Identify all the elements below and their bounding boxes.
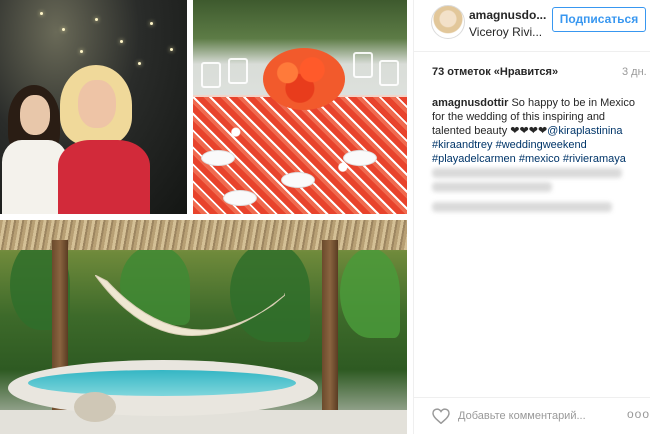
blurred-comment: [432, 202, 612, 212]
post-header: amagnusdo... Viceroy Rivi... Подписаться: [414, 0, 650, 52]
caption-author[interactable]: amagnusdottir: [432, 97, 508, 109]
hashtag-link[interactable]: #rivieramaya: [563, 153, 626, 165]
hashtag-link[interactable]: #weddingweekend: [496, 139, 587, 151]
follow-button[interactable]: Подписаться: [552, 7, 646, 32]
party-photo: [0, 0, 187, 214]
hashtag-link[interactable]: #playadelcarmen: [432, 153, 516, 165]
likes-count[interactable]: 73 отметок «Нравится»: [432, 66, 558, 78]
blurred-comment: [432, 182, 552, 192]
hashtag-link[interactable]: #kiraandtrey: [432, 139, 493, 151]
caption-hearts: ❤❤❤❤: [510, 125, 548, 137]
hashtag-link[interactable]: #mexico: [519, 153, 560, 165]
location-link[interactable]: Viceroy Rivi...: [469, 25, 542, 39]
comment-bar: ooo: [414, 397, 650, 434]
post-time[interactable]: 3 дн.: [622, 66, 647, 78]
heart-icon[interactable]: [432, 408, 450, 424]
post-sidebar: amagnusdo... Viceroy Rivi... Подписаться…: [413, 0, 650, 434]
hammock: [95, 275, 285, 336]
table-setting-photo: [193, 0, 407, 214]
more-options-icon[interactable]: ooo: [627, 407, 650, 421]
post-caption: amagnusdottir So happy to be in Mexico f…: [432, 96, 644, 166]
avatar[interactable]: [431, 5, 465, 39]
comment-input[interactable]: [458, 407, 614, 425]
pool-hammock-photo: [0, 220, 407, 434]
blurred-comment: [432, 168, 622, 178]
caption-mention[interactable]: @kiraplastinina: [547, 125, 622, 137]
username-link[interactable]: amagnusdo...: [469, 8, 546, 22]
post-media[interactable]: [0, 0, 413, 434]
